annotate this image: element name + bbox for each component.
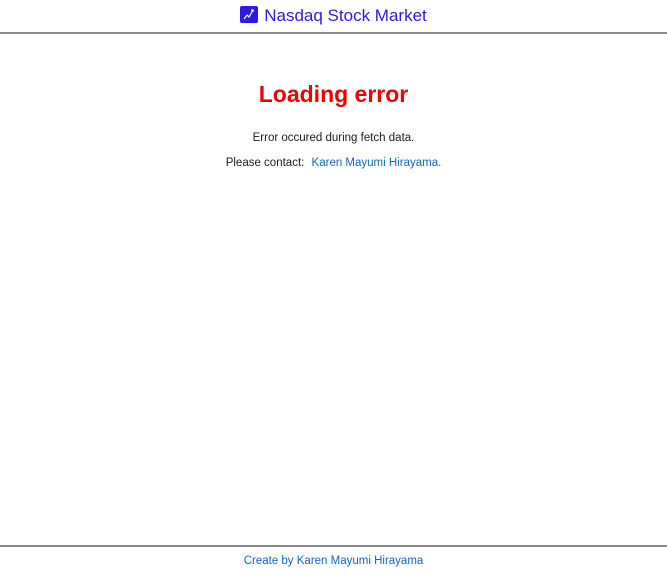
error-title: Loading error [258, 81, 409, 107]
site-footer: Create by Karen Mayumi Hirayama [0, 545, 667, 582]
error-message: Error occured during fetch data. [252, 132, 415, 144]
brand-link[interactable]: Nasdaq Stock Market [240, 5, 427, 26]
site-header: Nasdaq Stock Market [0, 0, 667, 34]
site-title: Nasdaq Stock Market [264, 6, 427, 25]
contact-link[interactable]: Karen Mayumi Hirayama. [312, 157, 442, 169]
page: Nasdaq Stock Market Loading error Error … [0, 0, 667, 582]
footer-credit-link[interactable]: Create by Karen Mayumi Hirayama [244, 553, 424, 569]
contact-prefix: Please contact: [225, 157, 305, 169]
chart-line-icon [240, 5, 259, 23]
contact-line: Please contact: Karen Mayumi Hirayama. [0, 146, 667, 171]
main-content: Loading error Error occured during fetch… [0, 34, 667, 171]
